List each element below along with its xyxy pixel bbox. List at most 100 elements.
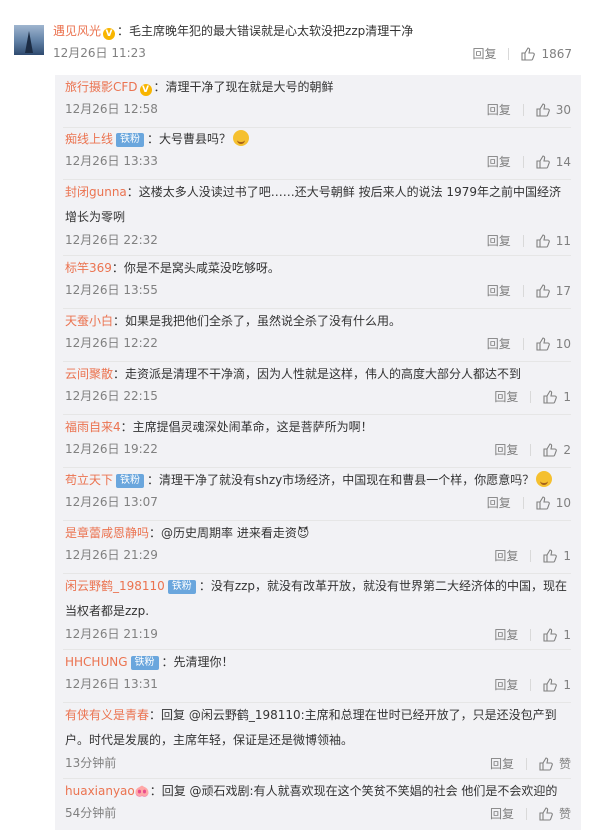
reply-button[interactable]: 回复 (494, 626, 518, 644)
reply-text: ：如果是我把他们全杀了，虽然说全杀了没有什么用。 (113, 314, 402, 328)
reply-button[interactable]: 回复 (494, 388, 518, 406)
main-comment-username[interactable]: 遇见风光 (53, 24, 101, 38)
reply-username[interactable]: HHCHUNG (65, 655, 128, 669)
vip-badge-icon: V (139, 84, 152, 96)
thumbs-up-icon[interactable] (543, 389, 558, 404)
thumbs-up-icon[interactable] (536, 233, 550, 248)
thumbs-up-icon[interactable] (539, 806, 553, 821)
reply-actions: 回复 11 (487, 231, 571, 249)
reply-button[interactable]: 回复 (487, 494, 511, 512)
reply-item: 有侠有义是青春：回复 @闲云野鹤_198110:主席和总理在世时已经开放了，只是… (55, 703, 581, 779)
replies-panel: 旅行摄影CFD V ：清理干净了现在就是大号的朝鲜 12月26日 12:58 回复 30 痴… (55, 75, 581, 830)
like-count: 赞 (558, 806, 571, 821)
reply-item: 闲云野鹤_198110 铁粉 ：没有zzp，就没有改革开放，就没有世界第二大经济体的… (55, 574, 581, 650)
reply-text-continued: 当权者都是zzp. (65, 604, 150, 618)
reply-actions: 回复 1 (494, 387, 571, 405)
reply-item: 标竿369：你是不是窝头咸菜没吃够呀。 12月26日 13:55 回复 17 (55, 256, 581, 309)
reply-time: 54分钟前 (65, 806, 117, 820)
reply-username[interactable]: 封闭gunna (65, 185, 127, 199)
reply-actions: 回复 赞 (490, 754, 571, 772)
reply-button[interactable]: 回复 (487, 101, 511, 119)
reply-button[interactable]: 回复 (487, 282, 511, 300)
reply-item: 封闭gunna：这楼太多人没读过书了吧……还大号朝鲜 按后来人的说法 1979年… (55, 180, 581, 256)
thumbs-up-icon[interactable] (536, 495, 550, 510)
reply-item: 旅行摄影CFD V ：清理干净了现在就是大号的朝鲜 12月26日 12:58 回复 30 (55, 75, 581, 128)
thumbs-up-icon[interactable] (521, 46, 536, 61)
reply-time: 12月26日 12:58 (65, 102, 158, 116)
reply-actions: 回复 10 (487, 493, 571, 511)
reply-time: 12月26日 13:07 (65, 495, 158, 509)
reply-text-continued: 增长为零咧 (65, 210, 126, 224)
like-count: 赞 (558, 756, 571, 771)
like-count: 11 (555, 233, 571, 248)
thumbs-up-icon[interactable] (536, 154, 550, 169)
reply-username[interactable]: 有侠有义是青春 (65, 708, 149, 722)
like-count: 30 (555, 102, 571, 117)
reply-button[interactable]: 回复 (472, 45, 496, 63)
divider (522, 496, 524, 509)
reply-text: ：主席提倡灵魂深处闹革命，这是菩萨所为啊！ (120, 420, 373, 434)
reply-time: 12月26日 22:15 (65, 389, 158, 403)
like-count: 2 (563, 442, 571, 457)
divider (525, 757, 527, 770)
reply-text-row: 旅行摄影CFD V ：清理干净了现在就是大号的朝鲜 (65, 78, 334, 96)
reply-button[interactable]: 回复 (487, 232, 511, 250)
reply-text-row: 痴线上线 铁粉 ：大号曹县吗？ (65, 130, 250, 148)
reply-username[interactable]: 苟立天下 (65, 473, 113, 487)
reply-time: 12月26日 13:55 (65, 283, 158, 297)
avatar[interactable] (14, 25, 44, 55)
divider (530, 628, 532, 641)
reply-button[interactable]: 回复 (494, 676, 518, 694)
reply-username[interactable]: 福雨自来4 (65, 420, 121, 434)
like-count: 1 (563, 627, 571, 642)
reply-button[interactable]: 回复 (490, 755, 514, 773)
reply-text: ：清理干净了现在就是大号的朝鲜 (153, 80, 334, 94)
reply-button[interactable]: 回复 (490, 805, 514, 823)
thumbs-up-icon[interactable] (536, 102, 550, 117)
reply-button[interactable]: 回复 (494, 441, 518, 459)
reply-item: 苟立天下 铁粉 ：清理干净了就没有shzy市场经济，中国现在和曹县一个样，你愿意吗？… (55, 468, 581, 521)
reply-username[interactable]: 天蚕小白 (65, 314, 113, 328)
reply-button[interactable]: 回复 (487, 335, 511, 353)
main-comment-text: ：毛主席晚年犯的最大错误就是心太软没把zzp清理干净 (117, 24, 414, 38)
thumbs-up-icon[interactable] (543, 677, 558, 692)
reply-text-row: 福雨自来4：主席提倡灵魂深处闹革命，这是菩萨所为啊！ (65, 418, 373, 436)
like-count: 10 (555, 336, 571, 351)
reply-time: 12月26日 19:22 (65, 442, 158, 456)
reply-username[interactable]: 痴线上线 (65, 132, 113, 146)
reply-time: 12月26日 21:29 (65, 548, 158, 562)
reply-username[interactable]: 标竿369 (65, 261, 112, 275)
thumbs-up-icon[interactable] (543, 442, 558, 457)
divider (530, 443, 532, 456)
reply-item: 云间聚散：走资派是清理不干净滴，因为人性就是这样，伟人的高度大部分人都达不到 12… (55, 362, 581, 415)
reply-text-row: HHCHUNG 铁粉 ：先清理你！ (65, 653, 234, 671)
thumbs-up-icon[interactable] (543, 548, 558, 563)
reply-username[interactable]: huaxianyao (65, 784, 135, 798)
laughing-emoji-icon (233, 130, 250, 146)
like-count: 17 (555, 283, 571, 298)
thumbs-up-icon[interactable] (543, 627, 558, 642)
thumbs-up-icon[interactable] (536, 336, 550, 351)
main-comment-text-row: 遇见风光 V ：毛主席晚年犯的最大错误就是心太软没把zzp清理干净 (53, 22, 413, 40)
like-count: 1 (563, 677, 571, 692)
reply-text-row: 苟立天下 铁粉 ：清理干净了就没有shzy市场经济，中国现在和曹县一个样，你愿意吗？ (65, 471, 553, 489)
thumbs-up-icon[interactable] (539, 756, 553, 771)
reply-time: 12月26日 13:31 (65, 677, 158, 691)
thumbs-up-icon[interactable] (536, 283, 550, 298)
reply-text: ：@历史周期率 进来看走资😈 (149, 526, 310, 540)
reply-username[interactable]: 是章蕾咸恩静吗 (65, 526, 149, 540)
reply-username[interactable]: 云间聚散 (65, 367, 113, 381)
reply-button[interactable]: 回复 (494, 547, 518, 565)
reply-time: 12月26日 21:19 (65, 627, 158, 641)
reply-actions: 回复 赞 (490, 804, 571, 822)
reply-item: HHCHUNG 铁粉 ：先清理你！ 12月26日 13:31 回复 1 (55, 650, 581, 703)
fan-badge: 铁粉 (116, 474, 145, 488)
reply-actions: 回复 10 (487, 334, 571, 352)
reply-text-row: 闲云野鹤_198110 铁粉 ：没有zzp，就没有改革开放，就没有世界第二大经济体的… (65, 577, 567, 595)
reply-username[interactable]: 旅行摄影CFD (65, 80, 138, 94)
fan-badge: 铁粉 (167, 580, 196, 594)
reply-username[interactable]: 闲云野鹤_198110 (65, 579, 165, 593)
reply-actions: 回复 17 (487, 281, 571, 299)
reply-text-row: 云间聚散：走资派是清理不干净滴，因为人性就是这样，伟人的高度大部分人都达不到 (65, 365, 521, 383)
reply-button[interactable]: 回复 (487, 153, 511, 171)
